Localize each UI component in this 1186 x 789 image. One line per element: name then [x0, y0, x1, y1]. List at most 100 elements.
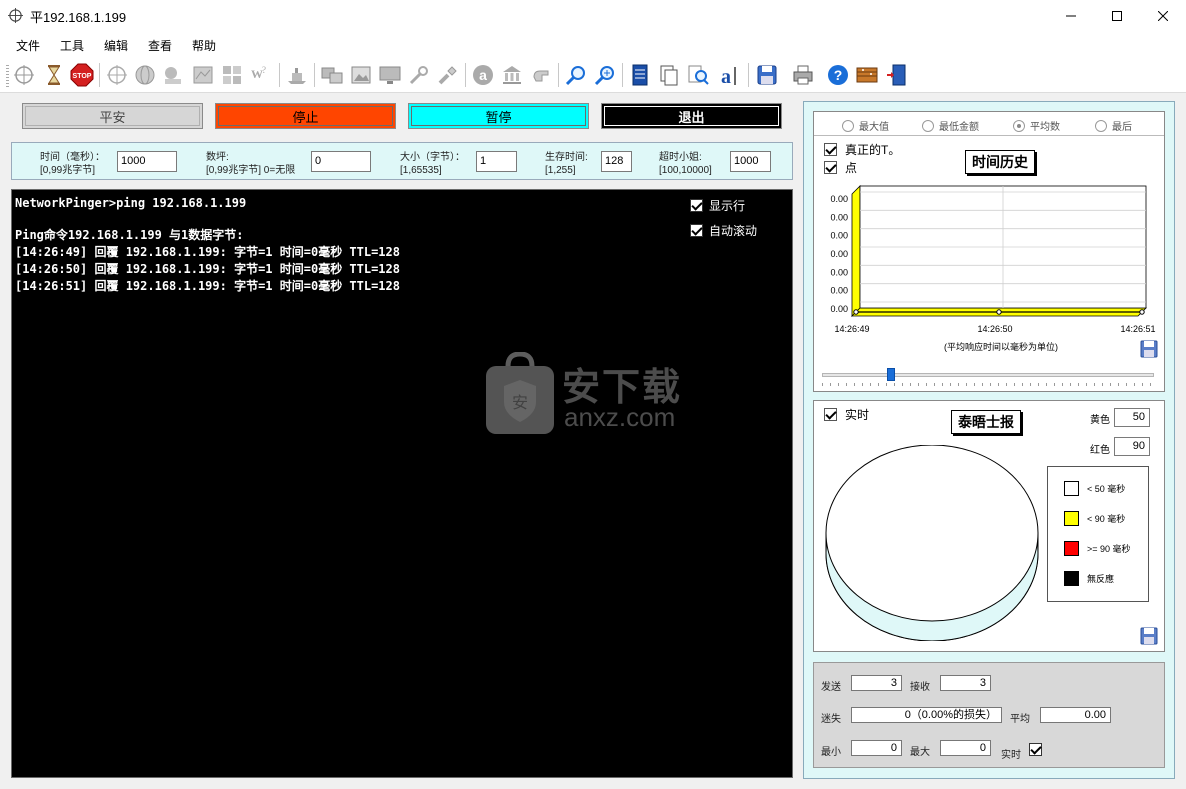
- points-check-icon[interactable]: [824, 161, 837, 174]
- server-icon[interactable]: [626, 61, 654, 89]
- count-range: [0,99兆字节] 0=无限: [206, 165, 296, 176]
- time-input[interactable]: 1000: [117, 151, 177, 172]
- copy-icon[interactable]: [655, 61, 683, 89]
- text-a-icon[interactable]: a: [715, 61, 743, 89]
- whois-icon[interactable]: W?: [247, 61, 275, 89]
- letter-a-icon[interactable]: a: [469, 61, 497, 89]
- chart-y-tick: 0.00: [830, 231, 848, 241]
- stop-sign-icon[interactable]: STOP: [68, 61, 96, 89]
- points-checkbox[interactable]: 点: [824, 159, 857, 176]
- radio-min[interactable]: 最低金额: [922, 118, 979, 133]
- minimize-button[interactable]: [1048, 0, 1094, 31]
- legend-label: >= 90 毫秒: [1087, 544, 1131, 554]
- radio-max[interactable]: 最大值: [842, 118, 889, 133]
- svg-text:?: ?: [262, 65, 266, 75]
- tracert-icon[interactable]: [159, 61, 187, 89]
- tools-icon[interactable]: [405, 61, 433, 89]
- printer-icon[interactable]: [789, 61, 817, 89]
- image-icon[interactable]: [347, 61, 375, 89]
- hand-icon[interactable]: [527, 61, 555, 89]
- average-value: 0.00: [1040, 707, 1111, 723]
- zoom-slider-track[interactable]: [822, 373, 1154, 377]
- legend-label: < 90 毫秒: [1087, 514, 1126, 524]
- show-lines-check-icon[interactable]: [690, 199, 703, 212]
- show-lines-checkbox[interactable]: 显示行: [690, 197, 745, 214]
- autoscroll-label: 自动滚动: [709, 224, 758, 238]
- pie-save-icon[interactable]: [1140, 627, 1158, 645]
- ships-icon[interactable]: [283, 61, 311, 89]
- time-label: 时间（毫秒）：: [40, 152, 105, 163]
- min-label: 最小: [821, 747, 841, 758]
- toolbar: STOP W? a a ?: [0, 57, 1186, 93]
- monitor-icon[interactable]: [318, 61, 346, 89]
- radio-max-icon[interactable]: [842, 119, 854, 132]
- close-button[interactable]: [1140, 0, 1186, 31]
- autoscroll-checkbox[interactable]: 自动滚动: [690, 222, 757, 239]
- hourglass-icon[interactable]: [40, 61, 68, 89]
- watermark: 安 安下载 anxz.com: [484, 350, 714, 440]
- radio-last[interactable]: 最后: [1095, 118, 1132, 133]
- radio-average[interactable]: 平均数: [1013, 118, 1060, 133]
- radio-last-icon[interactable]: [1095, 119, 1107, 132]
- chart-y-tick: 0.00: [830, 212, 848, 222]
- flashlight-icon[interactable]: [434, 61, 462, 89]
- target-icon[interactable]: [103, 61, 131, 89]
- maximize-icon: [1112, 10, 1122, 21]
- sent-value: 3: [851, 675, 902, 691]
- radio-min-icon[interactable]: [922, 119, 934, 132]
- count-input[interactable]: 0: [311, 151, 371, 172]
- toolbar-separator: [314, 63, 315, 87]
- autoscroll-check-icon[interactable]: [690, 224, 703, 237]
- radio-average-icon[interactable]: [1013, 119, 1025, 132]
- pie-realtime-label: 实时: [845, 408, 870, 422]
- toolbar-grip[interactable]: [6, 63, 9, 87]
- toolbar-separator: [622, 63, 623, 87]
- console-output[interactable]: NetworkPinger>ping 192.168.1.199 Ping命令1…: [11, 189, 793, 778]
- stats-realtime-checkbox[interactable]: [1029, 743, 1042, 756]
- legend-item-under-90: < 90 毫秒: [1064, 511, 1125, 526]
- grid-icon[interactable]: [218, 61, 246, 89]
- magnify-plus-icon[interactable]: [591, 61, 619, 89]
- menu-help[interactable]: 帮助: [192, 37, 216, 54]
- points-label: 点: [845, 161, 858, 175]
- show-lines-label: 显示行: [709, 199, 746, 213]
- exit-door-icon[interactable]: [883, 61, 911, 89]
- lost-label: 迷失: [821, 714, 841, 725]
- exit-button[interactable]: 退出: [601, 103, 782, 129]
- menu-tools[interactable]: 工具: [60, 37, 84, 54]
- real-time-checkbox[interactable]: 真正的T。: [824, 141, 900, 158]
- pie-realtime-checkbox[interactable]: 实时: [824, 406, 869, 423]
- ping-target-icon[interactable]: [10, 61, 38, 89]
- real-time-check-icon[interactable]: [824, 143, 837, 156]
- options-icon[interactable]: [853, 61, 881, 89]
- ttl-input[interactable]: 128: [601, 151, 632, 172]
- map-icon[interactable]: [189, 61, 217, 89]
- timeout-range: [100,10000]: [659, 165, 712, 176]
- safe-button[interactable]: 平安: [22, 103, 203, 129]
- magnify-icon[interactable]: [562, 61, 590, 89]
- pie-realtime-check-icon[interactable]: [824, 408, 837, 421]
- save-icon[interactable]: [753, 61, 781, 89]
- find-icon[interactable]: [684, 61, 712, 89]
- globe-icon[interactable]: [131, 61, 159, 89]
- timeout-input[interactable]: 1000: [730, 151, 771, 172]
- svg-text:a: a: [479, 67, 487, 83]
- toolbar-separator: [279, 63, 280, 87]
- pause-button[interactable]: 暂停: [408, 103, 589, 129]
- building-icon[interactable]: [498, 61, 526, 89]
- help-icon[interactable]: ?: [824, 61, 852, 89]
- yellow-threshold-input[interactable]: 50: [1114, 408, 1150, 427]
- stop-button[interactable]: 停止: [215, 103, 396, 129]
- legend-label: < 50 毫秒: [1087, 484, 1126, 494]
- screen-icon[interactable]: [376, 61, 404, 89]
- zoom-slider-thumb[interactable]: [886, 368, 895, 381]
- legend-swatch-yellow: [1064, 511, 1079, 526]
- close-icon: [1158, 10, 1168, 21]
- maximize-button[interactable]: [1094, 0, 1140, 31]
- menu-edit[interactable]: 编辑: [104, 37, 128, 54]
- size-input[interactable]: 1: [476, 151, 517, 172]
- menu-view[interactable]: 查看: [148, 37, 172, 54]
- red-threshold-input[interactable]: 90: [1114, 437, 1150, 456]
- menu-file[interactable]: 文件: [16, 37, 40, 54]
- toolbar-separator: [465, 63, 466, 87]
